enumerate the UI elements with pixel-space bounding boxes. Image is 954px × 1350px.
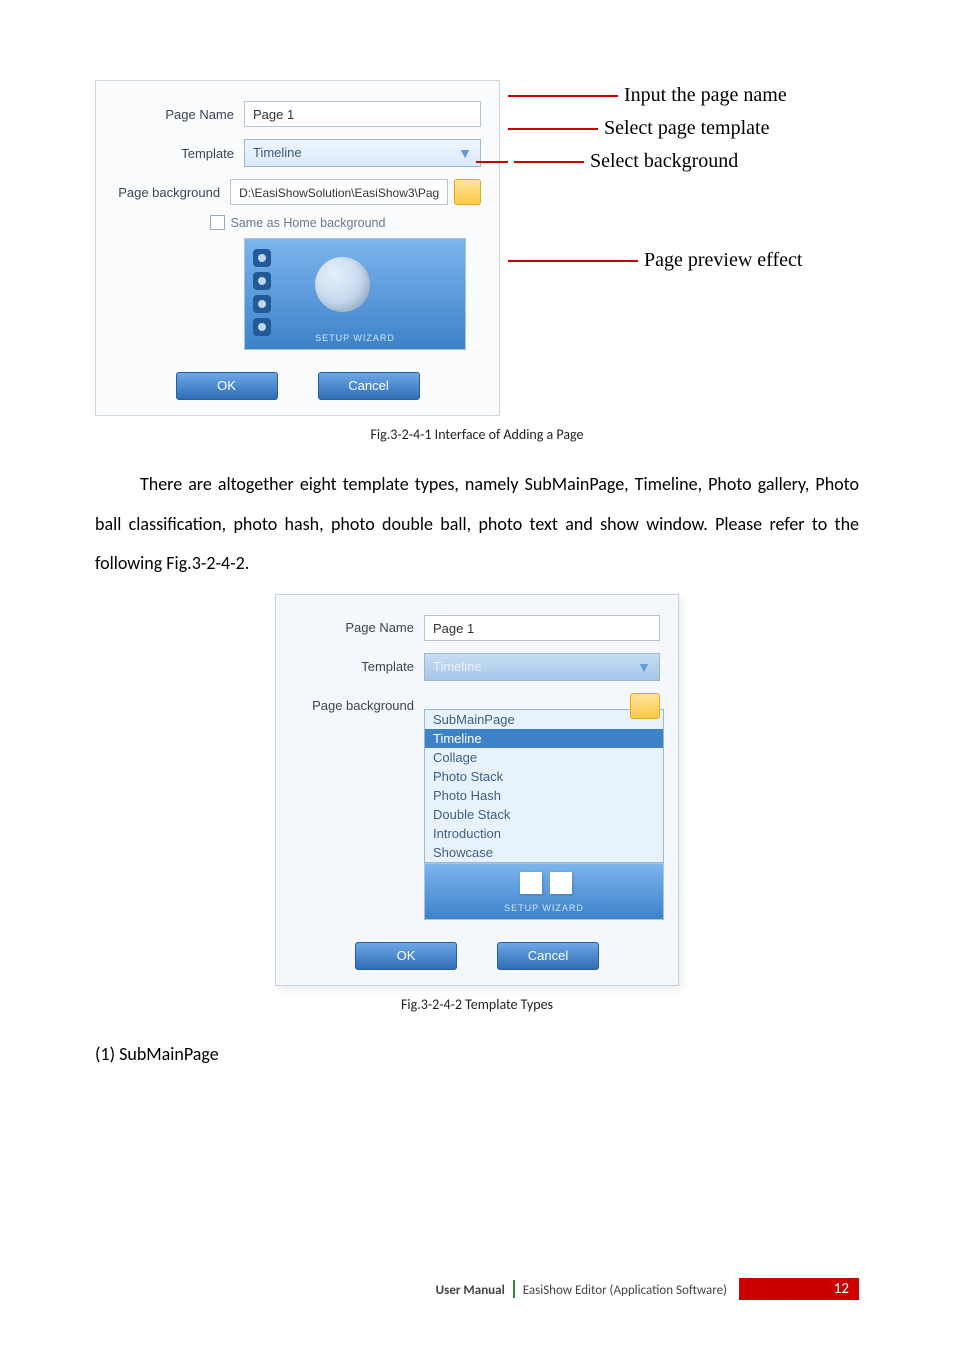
dropdown-option[interactable]: Photo Stack xyxy=(425,767,663,786)
anno-select-template: Select page template xyxy=(604,117,769,140)
thumb-icon xyxy=(253,272,271,290)
chevron-down-icon: ▼ xyxy=(637,654,651,680)
cancel-button[interactable]: Cancel xyxy=(318,372,420,400)
page-name-input[interactable]: Page 1 xyxy=(424,615,660,641)
page-preview: SETUP WIZARD xyxy=(244,238,466,350)
browse-folder-button[interactable] xyxy=(454,179,481,205)
page-preview: SETUP WIZARD xyxy=(424,863,664,920)
anno-preview-effect: Page preview effect xyxy=(644,249,802,272)
chevron-down-icon: ▼ xyxy=(458,140,472,166)
same-as-home-checkbox[interactable] xyxy=(210,215,225,230)
dropdown-option[interactable]: Photo Hash xyxy=(425,786,663,805)
list-item-1: (1) SubMainPage xyxy=(95,1035,859,1075)
preview-watermark: SETUP WIZARD xyxy=(245,333,465,343)
template-label: Template xyxy=(294,659,424,674)
bg-label: Page background xyxy=(114,185,230,200)
thumb-icon xyxy=(253,295,271,313)
ok-button[interactable]: OK xyxy=(176,372,278,400)
same-as-home-label: Same as Home background xyxy=(231,216,386,230)
anno-select-bg: Select background xyxy=(590,150,738,173)
anno-input-name: Input the page name xyxy=(624,84,787,107)
template-value: Timeline xyxy=(253,140,302,166)
dropdown-option[interactable]: Showcase xyxy=(425,843,663,862)
template-value: Timeline xyxy=(433,654,482,680)
body-paragraph: There are altogether eight template type… xyxy=(95,465,859,584)
dropdown-option[interactable]: Introduction xyxy=(425,824,663,843)
preview-square-icon xyxy=(520,872,542,894)
preview-watermark: SETUP WIZARD xyxy=(425,903,663,913)
dropdown-option[interactable]: Collage xyxy=(425,748,663,767)
template-combo-open[interactable]: Timeline ▼ xyxy=(424,653,660,681)
figure2-caption: Fig.3-2-4-2 Template Types xyxy=(95,996,859,1013)
footer-separator-icon xyxy=(513,1280,515,1298)
add-page-dialog: Page Name Page 1 Template Timeline ▼ Pag… xyxy=(95,80,500,416)
bg-path-input[interactable]: D:\EasiShowSolution\EasiShow3\Pag xyxy=(230,179,448,205)
bg-label: Page background xyxy=(294,698,424,713)
dropdown-option[interactable]: Double Stack xyxy=(425,805,663,824)
preview-square-icon xyxy=(550,872,572,894)
figure1-caption: Fig.3-2-4-1 Interface of Adding a Page xyxy=(95,426,859,443)
browse-folder-button[interactable] xyxy=(630,693,660,719)
cancel-button[interactable]: Cancel xyxy=(497,942,599,970)
figure-1: Page Name Page 1 Template Timeline ▼ Pag… xyxy=(95,80,859,416)
template-combo[interactable]: Timeline ▼ xyxy=(244,139,481,167)
page-number: 12 xyxy=(739,1278,859,1300)
template-types-dialog: Page Name Page 1 Template Timeline ▼ Pag… xyxy=(275,594,679,986)
page-footer: User Manual EasiShow Editor (Application … xyxy=(0,1278,954,1300)
template-label: Template xyxy=(114,146,244,161)
page-name-input[interactable]: Page 1 xyxy=(244,101,481,127)
page-name-label: Page Name xyxy=(114,107,244,122)
thumb-icon xyxy=(253,249,271,267)
figure1-annotations: Input the page name Select page template… xyxy=(508,80,802,282)
page-name-label: Page Name xyxy=(294,620,424,635)
dropdown-option-selected[interactable]: Timeline xyxy=(425,729,663,748)
figure-2: Page Name Page 1 Template Timeline ▼ Pag… xyxy=(95,594,859,986)
dropdown-option[interactable]: SubMainPage xyxy=(425,710,663,729)
template-dropdown-list[interactable]: SubMainPage Timeline Collage Photo Stack… xyxy=(424,709,664,863)
footer-subtitle: EasiShow Editor (Application Software) xyxy=(523,1283,727,1298)
preview-circle-icon xyxy=(315,257,370,312)
ok-button[interactable]: OK xyxy=(355,942,457,970)
footer-title: User Manual xyxy=(436,1283,505,1298)
